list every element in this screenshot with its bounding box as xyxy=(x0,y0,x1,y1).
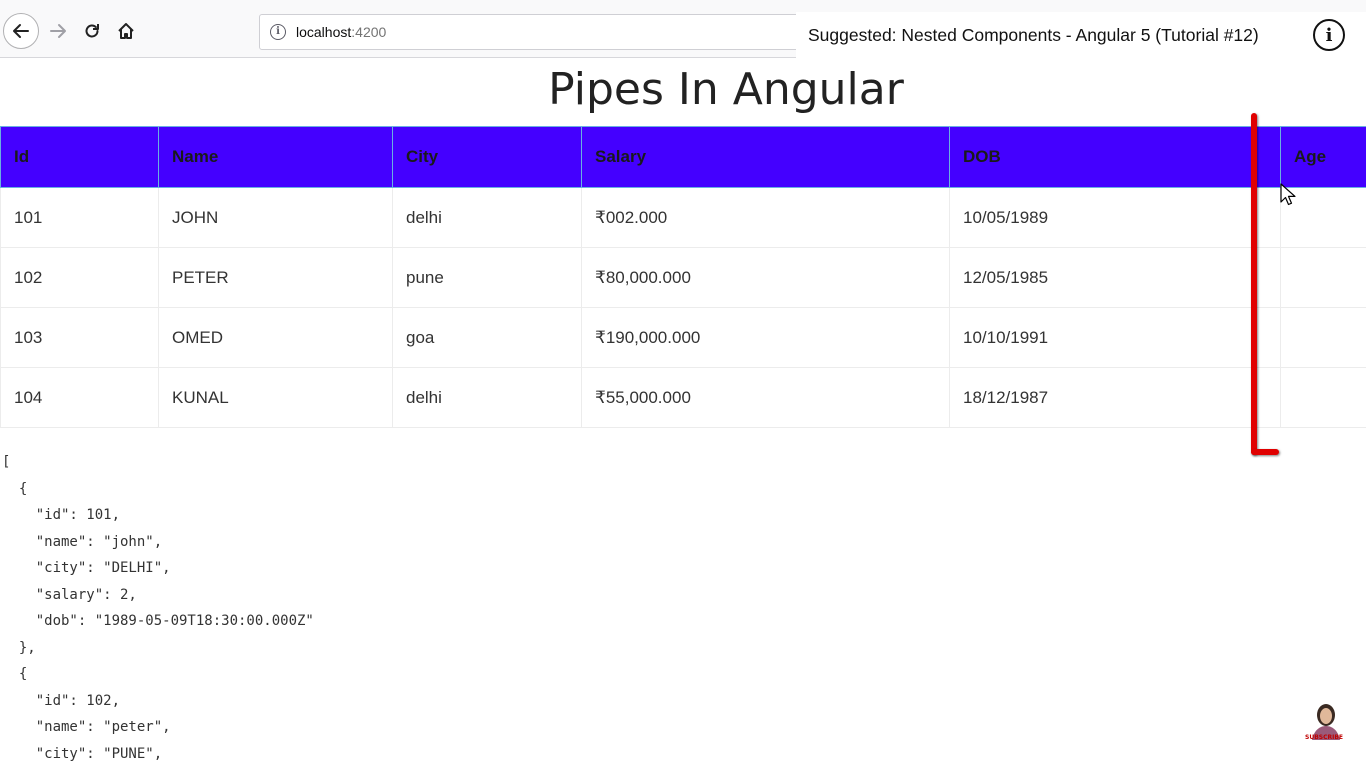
url-port: :4200 xyxy=(351,24,387,40)
cell-name: JOHN xyxy=(158,187,393,248)
subscribe-label[interactable]: SUBSCRIBE xyxy=(1305,734,1343,741)
table-row: 103 OMED goa ₹190,000.000 10/10/1991 xyxy=(0,307,1366,368)
cell-age xyxy=(1280,307,1366,368)
header-city: City xyxy=(392,126,582,188)
cell-city: goa xyxy=(392,307,582,368)
cell-name: PETER xyxy=(158,247,393,308)
reload-icon xyxy=(85,24,99,38)
home-icon xyxy=(118,23,134,39)
info-icon[interactable]: i xyxy=(1313,19,1345,51)
annotation-marker-horizontal xyxy=(1251,449,1279,455)
address-bar[interactable]: i localhost:4200 xyxy=(259,14,859,50)
reload-button[interactable] xyxy=(74,13,110,49)
cell-id: 104 xyxy=(0,367,159,428)
cell-name: KUNAL xyxy=(158,367,393,428)
cell-city: delhi xyxy=(392,187,582,248)
cell-salary: ₹190,000.000 xyxy=(581,307,950,368)
table-row: 104 KUNAL delhi ₹55,000.000 18/12/1987 xyxy=(0,367,1366,428)
cell-salary: ₹002.000 xyxy=(581,187,950,248)
cell-age xyxy=(1280,247,1366,308)
arrow-right-icon xyxy=(50,24,66,38)
cell-salary: ₹55,000.000 xyxy=(581,367,950,428)
header-dob: DOB xyxy=(949,126,1281,188)
mouse-cursor-icon xyxy=(1280,183,1296,206)
back-button[interactable] xyxy=(3,13,39,49)
cell-city: pune xyxy=(392,247,582,308)
site-info-icon[interactable]: i xyxy=(270,24,286,40)
json-output: [ { "id": 101, "name": "john", "city": "… xyxy=(2,454,314,762)
cell-id: 103 xyxy=(0,307,159,368)
header-salary: Salary xyxy=(581,126,950,188)
cell-id: 102 xyxy=(0,247,159,308)
cell-dob: 10/05/1989 xyxy=(949,187,1281,248)
cell-salary: ₹80,000.000 xyxy=(581,247,950,308)
cell-dob: 12/05/1985 xyxy=(949,247,1281,308)
header-name: Name xyxy=(158,126,393,188)
page-title: Pipes In Angular xyxy=(548,64,904,115)
forward-button[interactable] xyxy=(40,13,76,49)
arrow-left-icon xyxy=(13,24,29,38)
home-button[interactable] xyxy=(108,13,144,49)
table-row: 102 PETER pune ₹80,000.000 12/05/1985 xyxy=(0,247,1366,308)
employee-table: Id Name City Salary DOB Age 101 JOHN del… xyxy=(0,126,1366,428)
annotation-marker-vertical xyxy=(1251,113,1257,455)
cell-dob: 10/10/1991 xyxy=(949,307,1281,368)
header-id: Id xyxy=(0,126,159,188)
cell-id: 101 xyxy=(0,187,159,248)
cell-age xyxy=(1280,367,1366,428)
suggested-video-text: Suggested: Nested Components - Angular 5… xyxy=(808,24,1259,45)
cell-dob: 18/12/1987 xyxy=(949,367,1281,428)
url-host: localhost xyxy=(296,24,352,40)
table-row: 101 JOHN delhi ₹002.000 10/05/1989 xyxy=(0,187,1366,248)
cell-city: delhi xyxy=(392,367,582,428)
cell-name: OMED xyxy=(158,307,393,368)
suggested-video-card[interactable]: Suggested: Nested Components - Angular 5… xyxy=(796,12,1366,58)
header-age: Age xyxy=(1280,126,1366,188)
table-header-row: Id Name City Salary DOB Age xyxy=(0,126,1366,188)
